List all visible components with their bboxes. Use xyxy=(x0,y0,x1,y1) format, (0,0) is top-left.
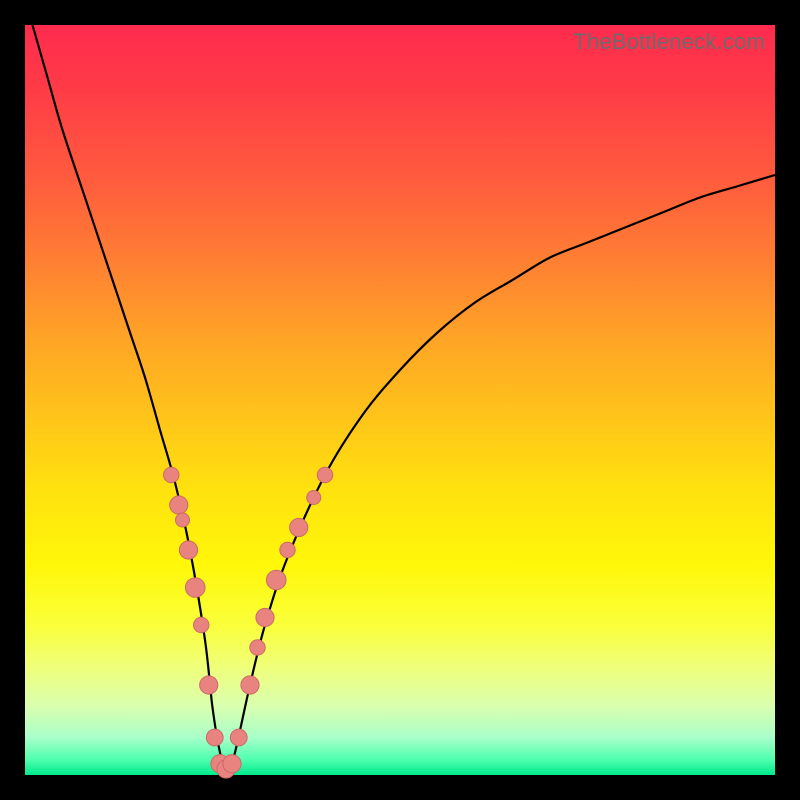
annotation-point xyxy=(256,608,274,626)
annotation-point xyxy=(223,755,241,773)
annotation-point xyxy=(280,542,295,557)
annotation-points xyxy=(164,467,333,778)
annotation-point xyxy=(250,640,265,655)
annotation-point xyxy=(307,491,321,505)
plot-area: TheBottleneck.com xyxy=(25,25,775,775)
annotation-point xyxy=(206,729,223,746)
annotation-point xyxy=(170,496,188,514)
annotation-point xyxy=(266,570,286,590)
chart-svg xyxy=(25,25,775,775)
annotation-point xyxy=(317,467,332,482)
annotation-point xyxy=(176,513,190,527)
annotation-point xyxy=(185,578,205,598)
annotation-point xyxy=(241,676,259,694)
annotation-point xyxy=(164,467,179,482)
annotation-point xyxy=(200,676,218,694)
annotation-point xyxy=(230,729,247,746)
bottleneck-curve xyxy=(33,25,776,775)
annotation-point xyxy=(179,541,197,559)
annotation-point xyxy=(194,617,209,632)
annotation-point xyxy=(290,518,308,536)
outer-frame: TheBottleneck.com xyxy=(0,0,800,800)
